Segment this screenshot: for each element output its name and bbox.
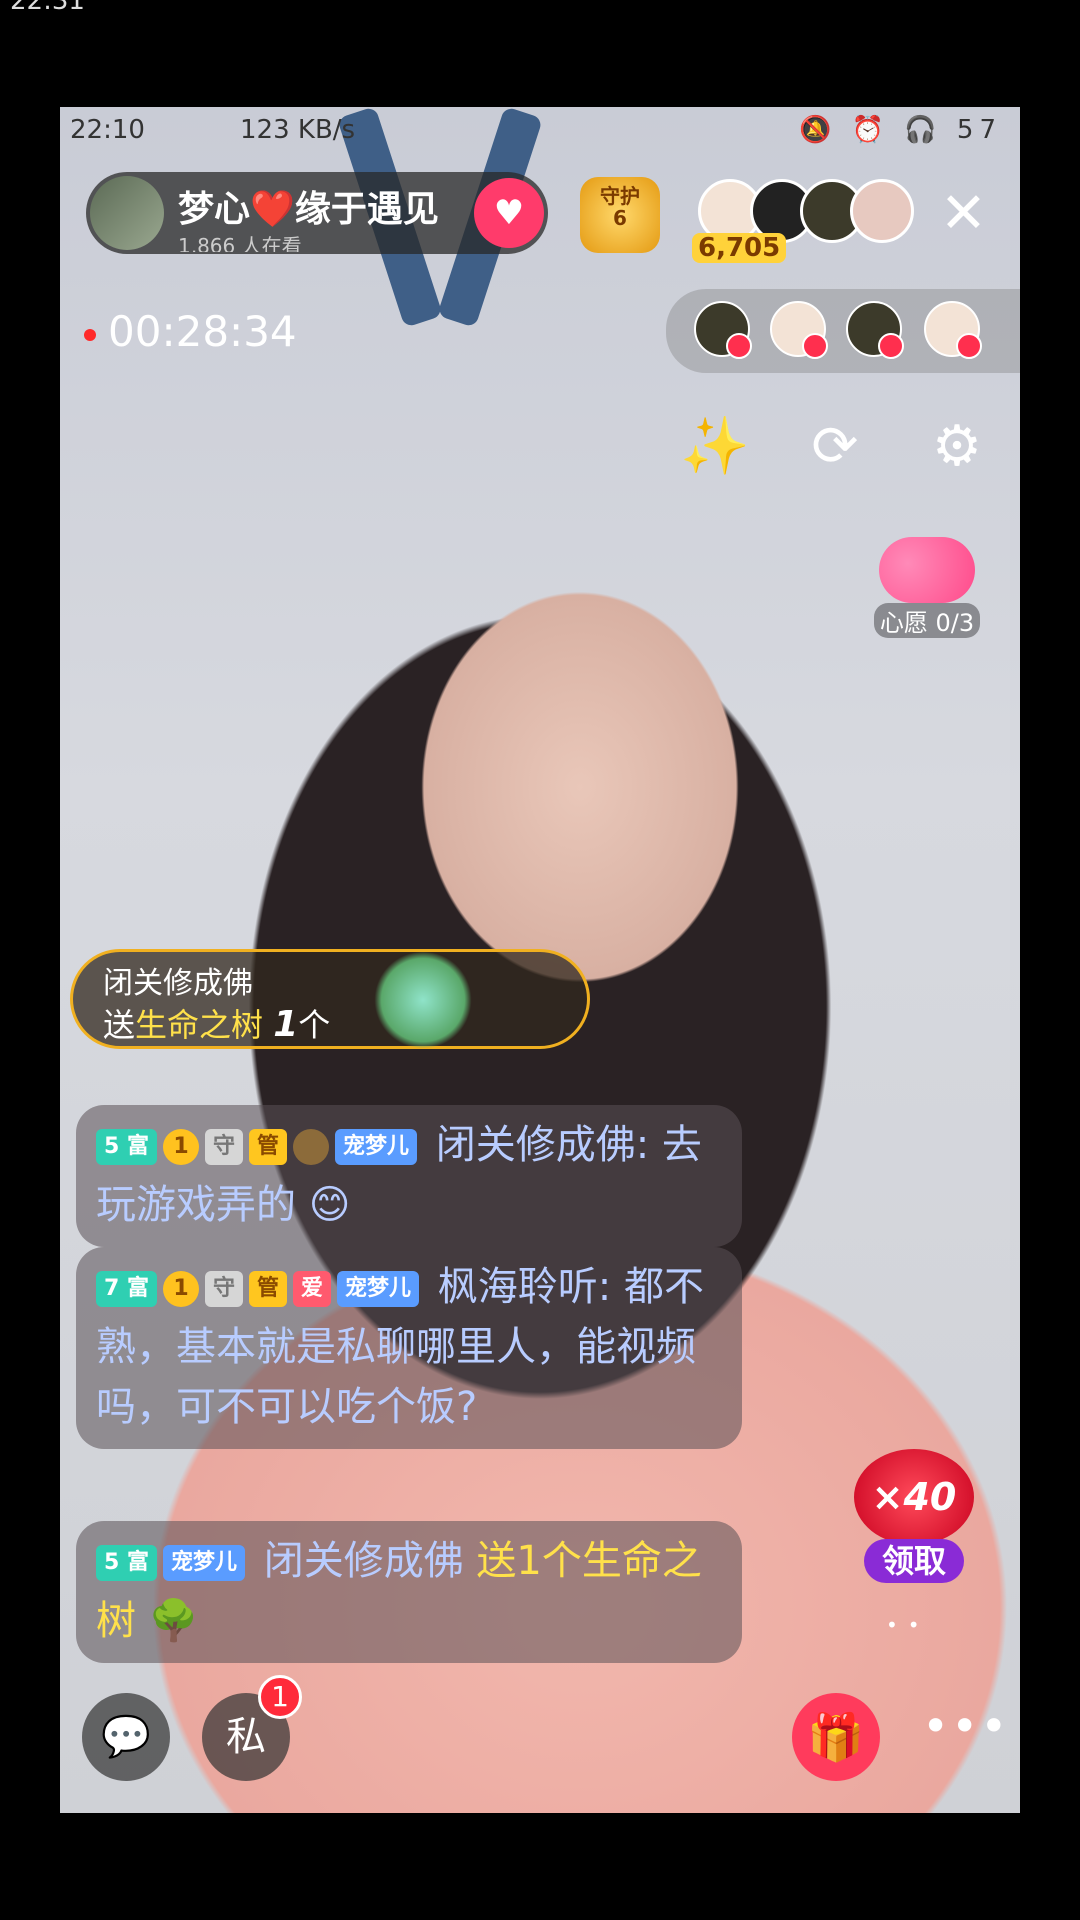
gift-name: 生命之树 <box>135 1006 264 1044</box>
guest-seat[interactable] <box>770 301 828 359</box>
love-badge: 爱 <box>293 1271 332 1307</box>
chat-bubble-button[interactable]: 💬 <box>82 1693 170 1781</box>
medal-badge-icon <box>293 1129 329 1165</box>
host-avatar[interactable] <box>90 176 164 250</box>
gift-button[interactable]: 🎁 <box>792 1693 880 1781</box>
record-dot-icon <box>84 328 96 341</box>
guard-badge[interactable]: 守护 6 <box>580 177 660 253</box>
carousel-pager: •• <box>886 1613 930 1637</box>
live-timer: 00:28:34 <box>84 307 297 356</box>
rich-level-badge: 5 富 <box>96 1545 157 1581</box>
wish-widget[interactable]: 心愿 0/3 <box>872 537 982 638</box>
flip-camera-icon[interactable]: ⟳ <box>800 412 870 482</box>
tree-gift-icon <box>373 952 473 1048</box>
guest-seat[interactable] <box>694 301 752 359</box>
guard-count: 6 <box>613 206 627 230</box>
love-reward-widget[interactable]: ×40 领取 <box>844 1449 984 1583</box>
gift-send-word: 送 <box>103 1006 136 1044</box>
rich-level-badge: 7 富 <box>96 1271 157 1307</box>
star-badge-icon: 1 <box>162 1271 199 1307</box>
guard-level-badge: 守 <box>204 1271 243 1307</box>
gift-number: 1 <box>273 1004 299 1045</box>
wish-mascot-icon <box>879 537 975 603</box>
chat-bubble-icon: 💬 <box>101 1714 151 1760</box>
status-icons: 🔕 ⏰ 🎧 57 <box>798 115 1002 145</box>
timer-value: 00:28:34 <box>108 307 297 356</box>
guest-seat[interactable] <box>846 301 904 359</box>
stream-time: 22:10 <box>70 115 145 145</box>
beauty-wand-icon[interactable]: ✨ <box>680 412 750 482</box>
sofa-icon <box>726 333 752 359</box>
star-badge-icon: 1 <box>162 1129 199 1165</box>
guard-level-badge: 守 <box>204 1129 243 1165</box>
chat-message[interactable]: 5 富宠梦儿 闭关修成佛 送1个生命之树 🌳 <box>76 1521 742 1663</box>
gift-box-icon: 🎁 <box>807 1710 865 1764</box>
unread-badge: 1 <box>258 1675 302 1719</box>
battery-level: 57 <box>956 115 1002 145</box>
fan-contribution-count: 6,705 <box>692 233 787 263</box>
admin-badge: 管 <box>248 1129 287 1165</box>
close-icon[interactable]: ✕ <box>940 186 987 242</box>
device-time: 22:31 <box>10 0 85 16</box>
sofa-icon <box>802 333 828 359</box>
message-user: 闭关修成佛 <box>263 1538 464 1584</box>
host-name: 梦心❤️缘于遇见 <box>178 189 439 230</box>
follow-heart-button[interactable]: ♥ <box>474 178 544 248</box>
claim-button[interactable]: 领取 <box>863 1539 964 1583</box>
love-heart-icon: ×40 <box>854 1449 974 1545</box>
chat-message[interactable]: 7 富 1 守管爱宠梦儿 枫海聆听: 都不熟，基本就是私聊哪里人，能视频吗，可不可以… <box>76 1247 742 1449</box>
guest-seat-row[interactable] <box>666 289 1020 373</box>
guest-seat[interactable] <box>924 301 982 359</box>
live-stream-screen[interactable]: 22:10 123 KB/s 🔕 ⏰ 🎧 57 梦心❤️缘于遇见 1,866 人… <box>60 107 1020 1813</box>
viewer-count: 1,866 人在看 <box>178 234 302 252</box>
fan-club-badge: 宠梦儿 <box>335 1129 418 1165</box>
sofa-icon <box>956 333 982 359</box>
network-speed: 123 KB/s <box>240 115 356 145</box>
more-options-icon[interactable]: ••• <box>922 1699 1009 1753</box>
gift-banner: 闭关修成佛 送生命之树 1个 <box>70 949 590 1049</box>
heart-plus-icon: ♥ <box>493 193 525 233</box>
tree-gift-icon: 🌳 <box>148 1598 199 1644</box>
gift-unit: 个 <box>298 1006 331 1044</box>
guard-label: 守护 <box>600 184 640 208</box>
gift-line: 送生命之树 1个 <box>103 1000 330 1046</box>
gift-sender: 闭关修成佛 <box>103 966 253 1001</box>
fan-club-badge: 宠梦儿 <box>337 1271 420 1307</box>
wish-label: 心愿 0/3 <box>873 603 981 638</box>
device-status-bar: 22:31 <box>0 0 1080 22</box>
fan-avatar[interactable] <box>850 179 914 243</box>
stream-status-bar: 22:10 123 KB/s 🔕 ⏰ 🎧 57 <box>60 107 1020 157</box>
settings-gear-icon[interactable]: ⚙ <box>922 412 992 482</box>
rich-level-badge: 5 富 <box>96 1129 157 1165</box>
sofa-icon <box>878 333 904 359</box>
chat-message[interactable]: 5 富 1 守管宠梦儿 闭关修成佛: 去玩游戏弄的 😊 <box>76 1105 742 1247</box>
admin-badge: 管 <box>248 1271 287 1307</box>
host-info-pill[interactable]: 梦心❤️缘于遇见 1,866 人在看 ♥ <box>86 172 548 254</box>
fan-club-badge: 宠梦儿 <box>162 1545 245 1581</box>
private-message-icon: 私 <box>226 1714 266 1760</box>
